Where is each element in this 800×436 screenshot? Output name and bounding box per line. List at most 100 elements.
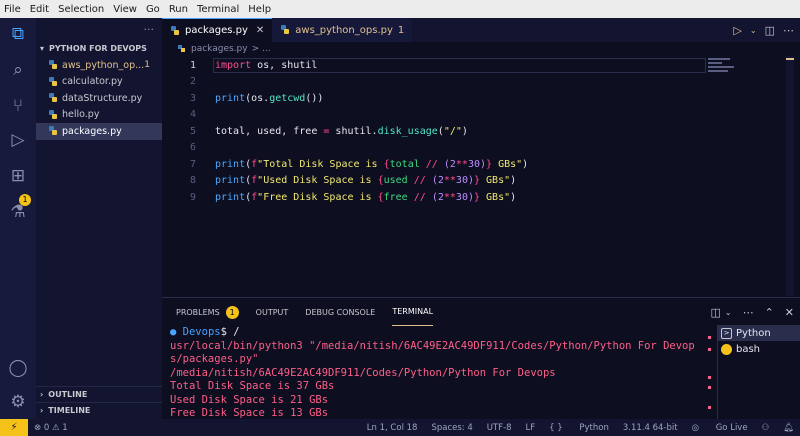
outline-label: OUTLINE — [48, 390, 88, 399]
file-item-hello[interactable]: hello.py — [36, 107, 162, 124]
tab-label: aws_python_ops.py — [295, 24, 393, 36]
breadcrumb-file[interactable]: packages.py — [191, 44, 248, 54]
menu-selection[interactable]: Selection — [58, 4, 104, 15]
file-item-aws-python-ops[interactable]: aws_python_op... 1 — [36, 57, 162, 74]
source-control-icon[interactable]: ⑂ — [6, 94, 30, 118]
python-file-icon — [48, 109, 58, 120]
accounts-icon[interactable]: ⚇ — [762, 423, 770, 433]
bottom-panel: PROBLEMS 1 OUTPUT DEBUG CONSOLE TERMINAL… — [162, 297, 800, 420]
split-terminal-icon[interactable]: ◫ — [710, 306, 720, 319]
activity-bar: ⧉ ⌕ ⑂ ▷ ⊞ 1 ⚗ ◯ ⚙ — [0, 18, 36, 419]
more-actions-icon[interactable]: ⋯ — [743, 306, 754, 319]
testing-icon[interactable]: ⚗ — [6, 200, 30, 224]
terminal-line: usr/local/bin/python3 "/media/nitish/6AC… — [170, 339, 695, 352]
tab-debug-console[interactable]: DEBUG CONSOLE — [305, 298, 375, 326]
menu-help[interactable]: Help — [248, 4, 271, 15]
file-item-datastructure[interactable]: dataStructure.py — [36, 90, 162, 107]
menu-edit[interactable]: Edit — [30, 4, 49, 15]
more-actions-icon[interactable]: ⋯ — [783, 24, 794, 37]
tab-label: packages.py — [185, 25, 248, 36]
chevron-down-icon[interactable]: ⌄ — [750, 26, 757, 35]
outline-section[interactable]: › OUTLINE — [36, 386, 162, 402]
close-icon[interactable]: ✕ — [256, 25, 264, 36]
breadcrumb-more[interactable]: > ... — [252, 44, 271, 54]
menu-file[interactable]: File — [4, 4, 21, 15]
chevron-down-icon[interactable]: ⌄ — [725, 308, 732, 317]
more-actions-icon[interactable]: ··· — [144, 23, 155, 36]
notifications-bell-icon[interactable]: 🔔︎ — [783, 423, 794, 433]
code-text: import os, shutil — [213, 57, 706, 73]
terminal-output[interactable]: ● Devops$ / usr/local/bin/python3 "/medi… — [162, 326, 710, 420]
problem-count-badge: 1 — [144, 60, 150, 71]
code-editor[interactable]: 1 import os, shutil 2 3 print(os.getcwd(… — [162, 57, 706, 297]
menu-view[interactable]: View — [113, 4, 137, 15]
prompt-cwd: Devops — [182, 326, 221, 338]
search-icon[interactable]: ⌕ — [6, 58, 30, 82]
error-count: 0 — [43, 422, 50, 433]
explorer-icon[interactable]: ⧉ — [6, 22, 30, 46]
tab-problems[interactable]: PROBLEMS 1 — [176, 298, 239, 326]
run-debug-icon[interactable]: ▷ — [6, 128, 30, 152]
file-label: aws_python_op... — [62, 59, 145, 71]
tab-terminal[interactable]: TERMINAL — [392, 298, 434, 326]
bash-icon — [721, 343, 732, 355]
line-number: 3 — [189, 92, 196, 104]
remote-icon[interactable]: ⚡ — [0, 419, 28, 436]
timeline-label: TIMELINE — [48, 406, 91, 415]
tab-aws-python-ops[interactable]: aws_python_ops.py 1 — [272, 18, 413, 42]
code-text: total, used, free = shutil.disk_usage("/… — [215, 125, 468, 137]
tab-label: DEBUG CONSOLE — [305, 307, 376, 317]
code-text: print(f"Total Disk Space is {total // (2… — [215, 158, 529, 170]
terminal-instance-bash[interactable]: bash — [718, 341, 800, 357]
terminal-scrollbar[interactable] — [708, 326, 711, 420]
problem-count-badge: 1 — [397, 24, 405, 36]
tab-label: TERMINAL — [392, 307, 434, 316]
menu-run[interactable]: Run — [169, 4, 188, 15]
maximize-panel-icon[interactable]: ⌃ — [765, 306, 774, 319]
indentation[interactable]: Spaces: 4 — [431, 423, 472, 433]
problems-status[interactable]: ⊗ 0 ⚠ 1 — [34, 423, 68, 433]
language-label: Python — [579, 422, 609, 433]
terminal-instances: > Python bash — [717, 325, 800, 420]
terminal-line: /media/nitish/6AC49E2AC49DF911/Codes/Pyt… — [170, 366, 556, 379]
code-line: 3 print(os.getcwd()) — [162, 90, 702, 107]
terminal-line: s/packages.py" — [170, 353, 259, 365]
minimap[interactable] — [708, 56, 738, 88]
line-number: 6 — [189, 142, 196, 154]
python-file-icon — [48, 93, 58, 103]
end-of-line[interactable]: LF — [526, 423, 536, 433]
cursor-position[interactable]: Ln 1, Col 18 — [367, 423, 418, 433]
tab-output[interactable]: OUTPUT — [256, 298, 289, 326]
warning-count: 1 — [62, 422, 68, 433]
settings-gear-icon[interactable]: ⚙ — [6, 390, 30, 414]
editor-tabs: packages.py ✕ aws_python_ops.py 1 ▷ ⌄ ◫ … — [162, 18, 800, 42]
code-line: 6 — [162, 140, 702, 157]
terminal-line: Total Disk Space is 37 GBs — [170, 380, 335, 392]
extensions-icon[interactable]: ⊞ — [6, 164, 30, 188]
encoding[interactable]: UTF-8 — [487, 423, 512, 433]
tab-label: PROBLEMS — [176, 307, 220, 317]
language-mode[interactable]: { } Python — [549, 423, 609, 433]
account-icon[interactable]: ◯ — [6, 356, 30, 380]
file-item-calculator[interactable]: calculator.py — [36, 74, 162, 91]
line-number: 4 — [189, 109, 196, 121]
menu-terminal[interactable]: Terminal — [197, 4, 239, 15]
code-line: 9 print(f"Free Disk Space is {free // (2… — [162, 189, 702, 206]
terminal-prompt-line: ● Devops$ / — [170, 326, 710, 340]
file-item-packages[interactable]: packages.py — [36, 123, 162, 140]
go-live-button[interactable]: ◎ Go Live — [692, 423, 748, 433]
tab-label: OUTPUT — [255, 307, 289, 317]
editor-actions: ▷ ⌄ ◫ ⋯ — [725, 18, 794, 42]
timeline-section[interactable]: › TIMELINE — [36, 402, 162, 418]
split-editor-icon[interactable]: ◫ — [765, 24, 775, 37]
menu-go[interactable]: Go — [146, 4, 160, 15]
status-bar: ⚡ ⊗ 0 ⚠ 1 Ln 1, Col 18 Spaces: 4 UTF-8 L… — [0, 419, 800, 436]
tab-packages[interactable]: packages.py ✕ — [162, 18, 273, 42]
close-panel-icon[interactable]: ✕ — [785, 306, 794, 319]
folder-header[interactable]: ▾ PYTHON FOR DEVOPS — [36, 40, 162, 57]
interpreter-version[interactable]: 3.11.4 64-bit — [623, 423, 678, 433]
run-play-icon[interactable]: ▷ — [733, 24, 741, 37]
editor-scrollbar[interactable] — [786, 56, 794, 296]
line-number: 7 — [189, 158, 196, 170]
terminal-instance-python[interactable]: > Python — [718, 325, 800, 341]
